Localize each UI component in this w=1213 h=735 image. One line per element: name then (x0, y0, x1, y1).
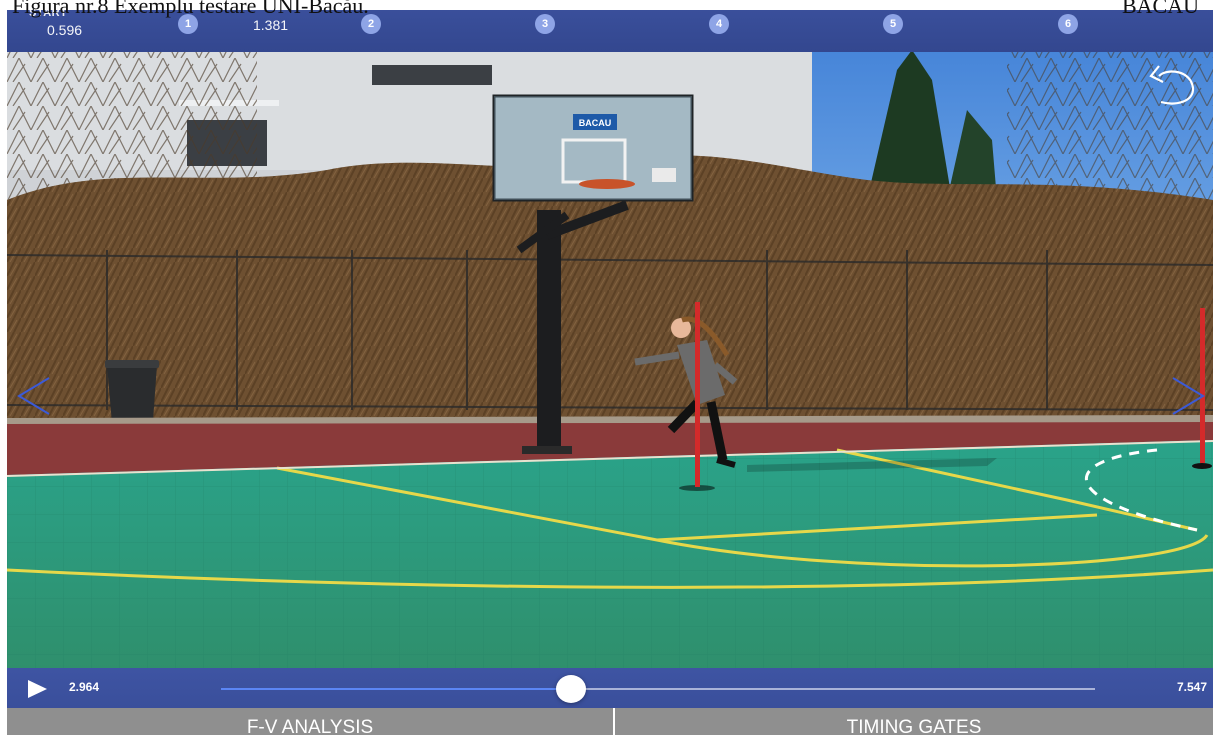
playback-bar: 2.964 7.547 (7, 668, 1213, 708)
chevron-right-icon (1172, 377, 1205, 415)
figure-caption-right: BACAU (1121, 0, 1199, 18)
total-time: 7.547 (1176, 680, 1207, 694)
start-time: 0.596 (47, 22, 83, 38)
lap-marker-6[interactable]: 6 (1058, 14, 1078, 34)
scrub-thumb[interactable] (555, 675, 586, 703)
figure-caption: Figura nr.8 Exemplu testare UNI-Bacău. (12, 0, 369, 18)
split-time: 1.381 (253, 17, 289, 33)
backboard-sign: BACAU (579, 118, 612, 128)
lap-marker-3[interactable]: 3 (535, 14, 555, 34)
video-scene: BACAU (7, 10, 1213, 670)
lap-marker-5[interactable]: 5 (883, 14, 903, 34)
lap-marker-4[interactable]: 4 (709, 14, 729, 34)
scrub-track[interactable] (221, 675, 1095, 703)
previous-frame-button[interactable] (13, 374, 53, 418)
tab-timing-gates[interactable]: TIMING GATES (615, 708, 1213, 735)
scrub-progress (221, 688, 571, 690)
video-frame[interactable]: BACAU (7, 10, 1213, 670)
current-time: 2.964 (69, 680, 100, 694)
app-window: BACAU START 0.596 1 1.381 2 3 4 5 6 2.96… (7, 10, 1213, 735)
next-frame-button[interactable] (1169, 374, 1209, 418)
tab-fv-analysis[interactable]: F-V ANALYSIS (7, 708, 613, 735)
analysis-tabs: F-V ANALYSIS TIMING GATES (7, 708, 1213, 735)
back-button[interactable] (1145, 62, 1201, 112)
play-icon[interactable] (27, 680, 47, 698)
undo-arrow-icon (1149, 65, 1195, 105)
chevron-left-icon (17, 377, 50, 415)
